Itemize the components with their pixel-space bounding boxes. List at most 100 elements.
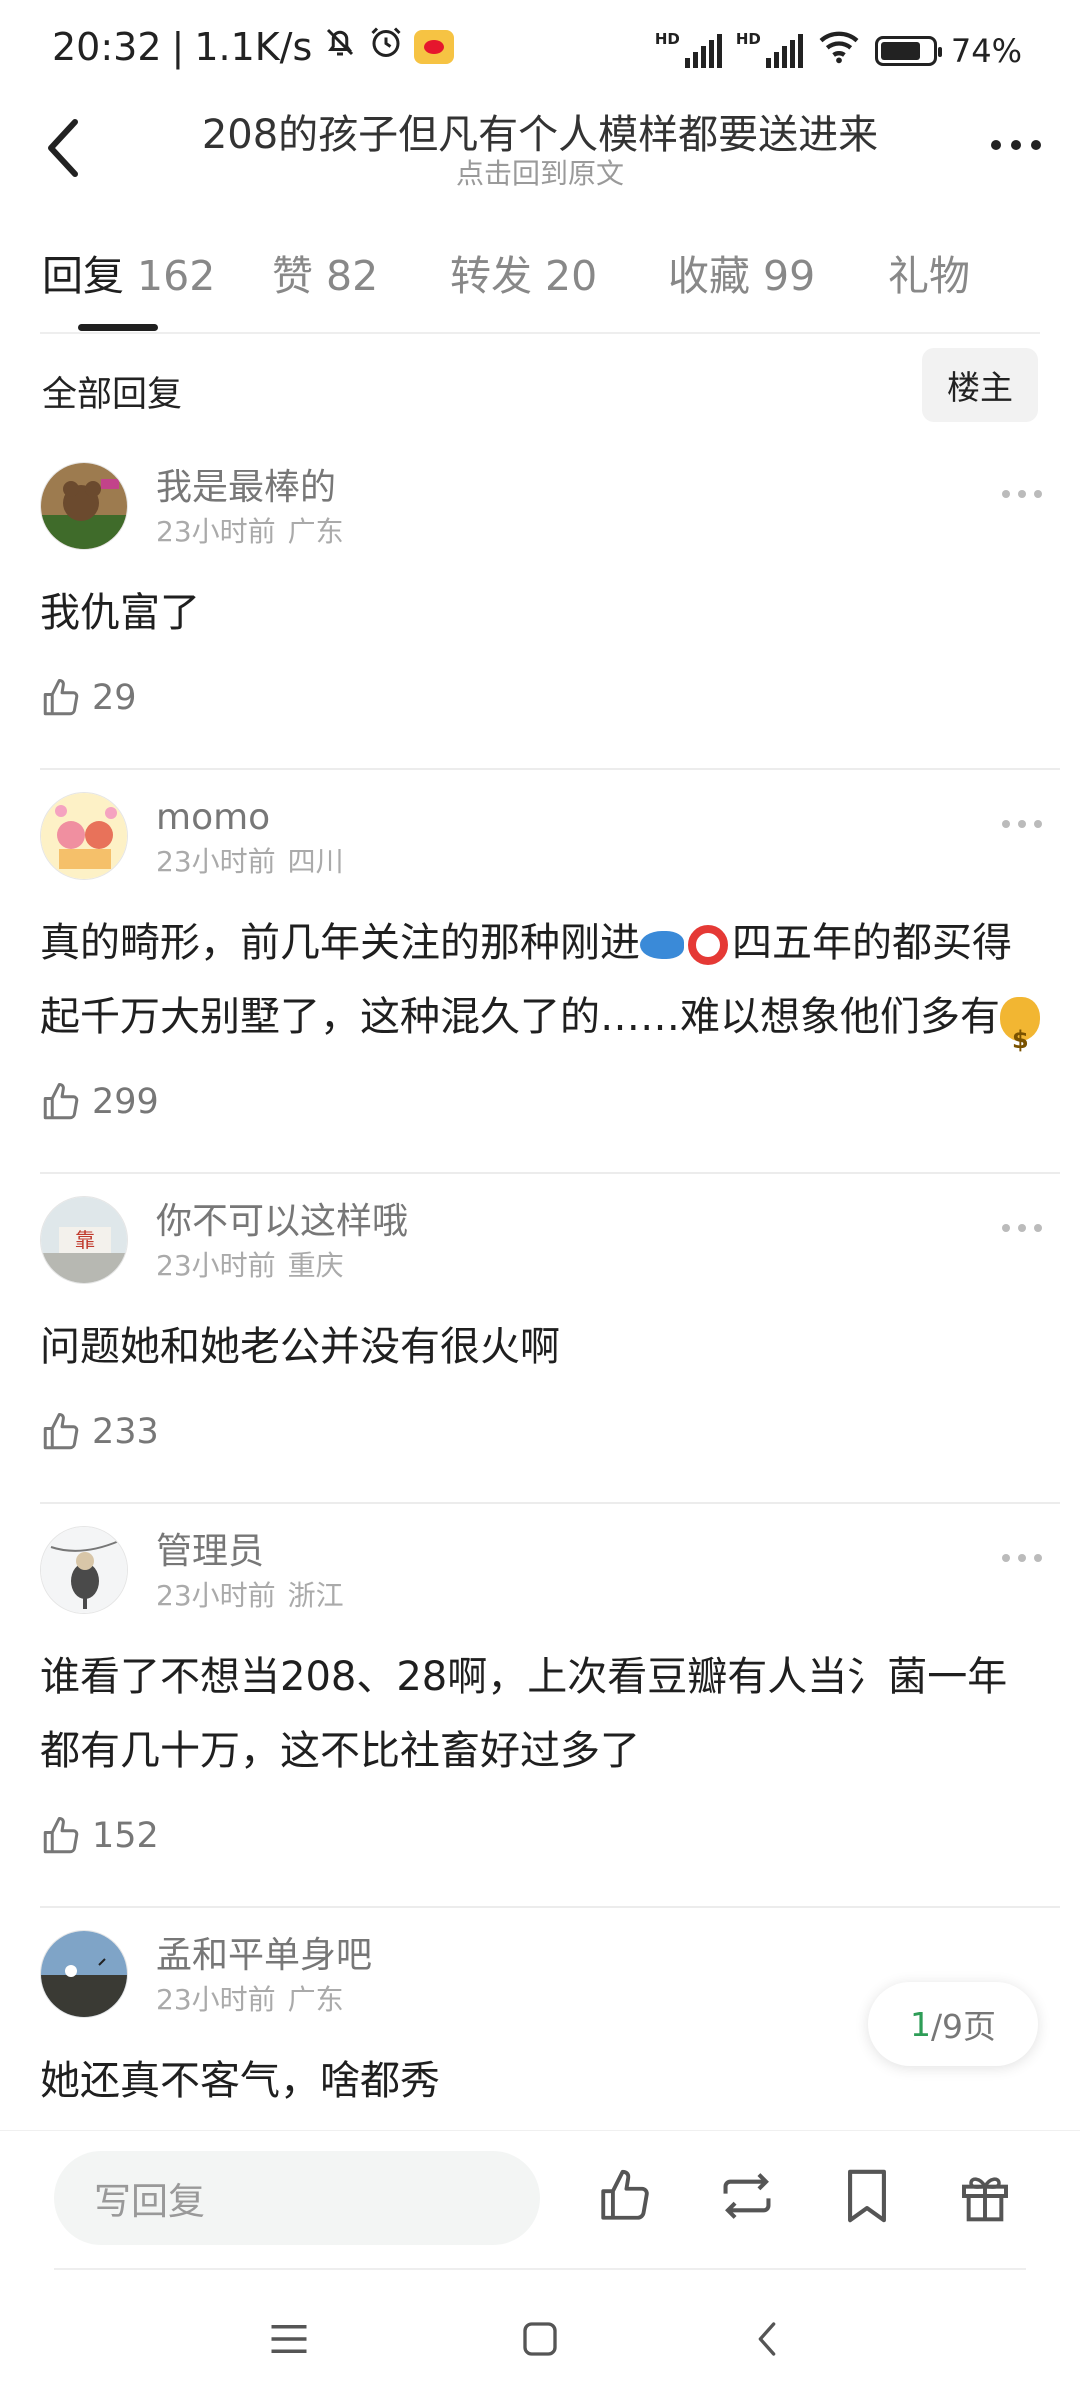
signal-1-icon: HD	[655, 30, 722, 68]
thumbs-up-icon	[601, 2169, 649, 2220]
active-tab-indicator	[78, 324, 158, 331]
bookmark-icon	[848, 2169, 886, 2223]
location: 广东	[287, 515, 344, 548]
avatar[interactable]: 靠	[40, 1196, 128, 1284]
gift-icon	[962, 2177, 1008, 2222]
status-right: HD HD 74%	[655, 28, 1022, 73]
comment-meta: 23小时前 重庆	[156, 1248, 1060, 1284]
signal-2-icon: HD	[736, 30, 803, 68]
timestamp: 23小时前	[156, 1983, 276, 2016]
thumbs-up-icon	[43, 1083, 79, 1120]
gift-button[interactable]	[950, 2161, 1020, 2231]
tab-reposts[interactable]: 转发 20	[450, 242, 597, 302]
like-count: 299	[92, 1082, 159, 1122]
username[interactable]: 孟和平单身吧	[156, 1930, 1060, 1982]
menu-icon	[271, 2325, 307, 2353]
location: 浙江	[287, 1579, 344, 1612]
timestamp: 23小时前	[156, 1249, 276, 1282]
comment-more-button[interactable]	[1002, 1224, 1042, 1232]
comment-more-button[interactable]	[1002, 1554, 1042, 1562]
chevron-left-icon	[758, 2322, 776, 2356]
battery-icon	[874, 35, 942, 66]
username[interactable]: 我是最棒的	[156, 462, 1060, 514]
chevron-left-icon	[48, 119, 78, 177]
svg-text:靠: 靠	[75, 1228, 95, 1252]
bell-muted-icon	[322, 24, 358, 69]
tab-likes[interactable]: 赞 82	[272, 242, 378, 302]
red-circle-emoji-icon	[688, 925, 728, 965]
money-bag-emoji-icon	[1000, 997, 1040, 1077]
comment-text: 我仇富了	[40, 590, 200, 636]
like-button[interactable]: 152	[40, 1806, 1060, 1866]
avatar[interactable]	[40, 792, 128, 880]
tab-replies[interactable]: 回复 162	[42, 242, 215, 302]
like-post-button[interactable]	[590, 2161, 660, 2231]
comment-meta: 23小时前 广东	[156, 514, 1060, 550]
like-count: 233	[92, 1412, 159, 1452]
timestamp: 23小时前	[156, 845, 276, 878]
comment-item: momo 23小时前 四川 真的畸形，前几年关注的那种刚进 四五年的都买得起千万大别…	[40, 770, 1060, 1174]
status-left: 20:32 | 1.1K/s	[52, 24, 455, 69]
bookmark-button[interactable]	[832, 2161, 902, 2231]
battery-level: 74%	[950, 31, 1022, 70]
location: 四川	[287, 845, 344, 878]
tab-favorites[interactable]: 收藏 99	[668, 242, 815, 302]
thumbs-up-icon	[43, 1817, 79, 1854]
location: 重庆	[287, 1249, 344, 1282]
wifi-icon	[817, 28, 861, 73]
like-count: 29	[92, 678, 137, 718]
op-only-filter-button[interactable]: 楼主	[922, 348, 1038, 422]
tab-gifts[interactable]: 礼物	[888, 242, 970, 302]
comment-text: 问题她和她老公并没有很火啊	[40, 1324, 560, 1370]
divider	[40, 332, 1040, 334]
back-button[interactable]	[28, 108, 98, 188]
reply-input[interactable]: 写回复	[54, 2151, 540, 2245]
weibo-app-icon	[414, 29, 455, 64]
comment-more-button[interactable]	[1002, 490, 1042, 498]
dot-icon	[1031, 140, 1041, 150]
comment-item: 管理员 23小时前 浙江 谁看了不想当208、28啊，上次看豆瓣有人当氵菌一年都有…	[40, 1504, 1060, 1908]
like-button[interactable]: 299	[40, 1072, 1060, 1132]
thumbs-up-icon	[43, 1413, 79, 1450]
menu-nav-button[interactable]	[254, 2304, 324, 2374]
comment-item: 靠 你不可以这样哦 23小时前 重庆 问题她和她老公并没有很火啊 233	[40, 1174, 1060, 1504]
current-page: 1	[909, 2004, 931, 2044]
status-bar: 20:32 | 1.1K/s HD HD 74%	[0, 0, 1080, 100]
home-nav-button[interactable]	[505, 2304, 575, 2374]
tab-bar: 回复 162 赞 82 转发 20 收藏 99 礼物	[0, 222, 1080, 332]
repost-button[interactable]	[712, 2161, 782, 2231]
more-options-button[interactable]	[976, 120, 1056, 170]
comment-meta: 23小时前 四川	[156, 844, 1060, 880]
timestamp: 23小时前	[156, 515, 276, 548]
back-nav-button[interactable]	[732, 2304, 802, 2374]
clock: 20:32	[52, 24, 162, 69]
home-square-icon	[523, 2322, 557, 2356]
like-count: 152	[92, 1816, 159, 1856]
location: 广东	[287, 1983, 344, 2016]
filter-row: 全部回复 楼主	[0, 348, 1080, 428]
page-indicator-button[interactable]: 1/9页	[868, 1982, 1038, 2066]
reply-toolbar: 写回复	[0, 2130, 1080, 2270]
all-replies-label: 全部回复	[42, 375, 183, 415]
back-to-original-link[interactable]: 点击回到原文	[150, 152, 930, 192]
total-pages: /9页	[930, 2007, 997, 2046]
comment-more-button[interactable]	[1002, 820, 1042, 828]
avatar[interactable]	[40, 1526, 128, 1614]
fish-emoji-icon	[640, 931, 684, 959]
dot-icon	[991, 140, 1001, 150]
comment-item: 我是最棒的 23小时前 广东 我仇富了 29	[40, 440, 1060, 770]
header: 208的孩子但凡有个人模样都要送进来 点击回到原文	[0, 100, 1080, 200]
avatar[interactable]	[40, 1930, 128, 2018]
dot-icon	[1011, 140, 1021, 150]
net-speed: 1.1K/s	[194, 24, 313, 69]
like-button[interactable]: 233	[40, 1402, 1060, 1462]
thumbs-up-icon	[43, 679, 79, 716]
comment-list: 我是最棒的 23小时前 广东 我仇富了 29 momo 23小时前 四川 真的畸形，…	[0, 440, 1080, 2130]
system-nav-bar	[0, 2272, 1080, 2400]
comment-text: 真的畸形，前几年关注的那种刚进 四五年的都买得起千万大别墅了，这种混久了的……难以…	[40, 906, 1040, 1077]
avatar[interactable]	[40, 462, 128, 550]
username[interactable]: momo	[156, 792, 1060, 844]
like-button[interactable]: 29	[40, 668, 1060, 728]
username[interactable]: 你不可以这样哦	[156, 1196, 1060, 1248]
username[interactable]: 管理员	[156, 1526, 1060, 1578]
